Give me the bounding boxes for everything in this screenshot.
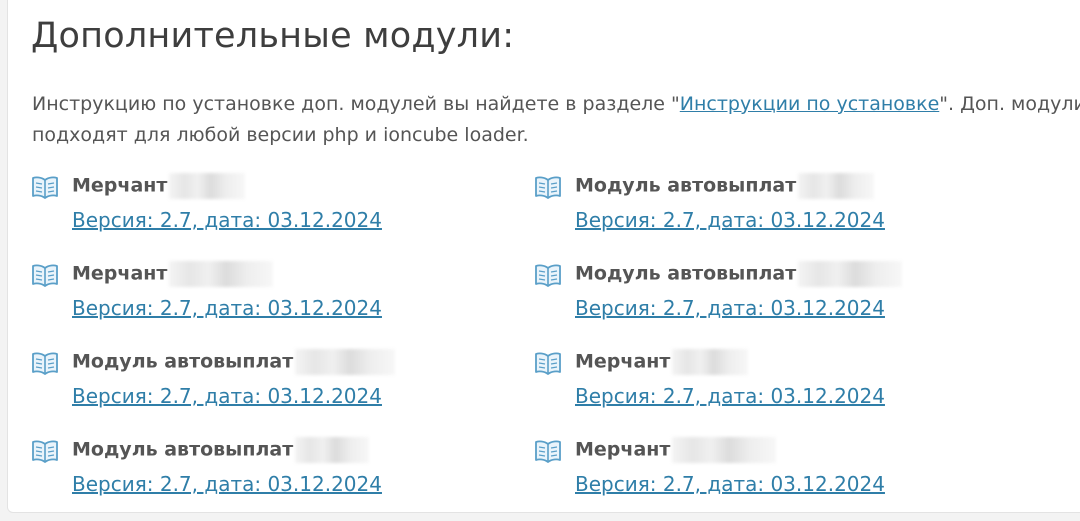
module-name: Модуль автовыплат	[575, 261, 903, 287]
open-book-icon	[31, 351, 59, 375]
module-name-label: Модуль автовыплат	[72, 350, 294, 373]
module-name: Модуль автовыплат	[72, 437, 370, 463]
module-version-link[interactable]: Версия: 2.7, дата: 03.12.2024	[72, 384, 382, 408]
open-book-icon	[534, 175, 562, 199]
module-item: Модуль автовыплат Версия: 2.7, дата: 03.…	[534, 173, 954, 253]
redacted-name-blur	[169, 173, 246, 199]
module-name-label: Мерчант	[575, 438, 671, 461]
module-name: Мерчант	[575, 437, 777, 463]
redacted-name-blur	[295, 349, 396, 375]
module-item: Мерчант Версия: 2.7, дата: 03.12.2024	[31, 173, 451, 253]
open-book-icon	[31, 439, 59, 463]
module-name-label: Модуль автовыплат	[575, 262, 797, 285]
module-item: Модуль автовыплат Версия: 2.7, дата: 03.…	[31, 437, 451, 517]
redacted-name-blur	[798, 173, 875, 199]
redacted-name-blur	[295, 437, 370, 463]
open-book-icon	[31, 175, 59, 199]
module-name: Мерчант	[72, 261, 274, 287]
open-book-icon	[534, 351, 562, 375]
module-item: Модуль автовыплат Версия: 2.7, дата: 03.…	[534, 261, 954, 341]
open-book-icon	[31, 263, 59, 287]
redacted-name-blur	[672, 349, 749, 375]
module-version-link[interactable]: Версия: 2.7, дата: 03.12.2024	[72, 208, 382, 232]
module-item: Мерчант Версия: 2.7, дата: 03.12.2024	[534, 437, 954, 517]
module-name-label: Мерчант	[72, 262, 168, 285]
module-name: Мерчант	[72, 173, 246, 199]
module-version-link[interactable]: Версия: 2.7, дата: 03.12.2024	[575, 208, 885, 232]
module-name: Модуль автовыплат	[575, 173, 875, 199]
module-version-link[interactable]: Версия: 2.7, дата: 03.12.2024	[575, 296, 885, 320]
open-book-icon	[534, 263, 562, 287]
module-name: Модуль автовыплат	[72, 349, 396, 375]
redacted-name-blur	[672, 437, 777, 463]
module-item: Мерчант Версия: 2.7, дата: 03.12.2024	[31, 261, 451, 341]
module-version-link[interactable]: Версия: 2.7, дата: 03.12.2024	[575, 472, 885, 496]
redacted-name-blur	[169, 261, 274, 287]
module-version-link[interactable]: Версия: 2.7, дата: 03.12.2024	[575, 384, 885, 408]
module-item: Мерчант Версия: 2.7, дата: 03.12.2024	[534, 349, 954, 429]
module-item: Модуль автовыплат Версия: 2.7, дата: 03.…	[31, 349, 451, 429]
redacted-name-blur	[798, 261, 903, 287]
open-book-icon	[534, 439, 562, 463]
module-name-label: Модуль автовыплат	[575, 174, 797, 197]
intro-text: Инструкцию по установке доп. модулей вы …	[32, 89, 1080, 151]
module-name: Мерчант	[575, 349, 749, 375]
page-title: Дополнительные модули:	[31, 16, 515, 56]
install-instructions-link[interactable]: Инструкции по установке	[680, 93, 940, 115]
intro-text-before: Инструкцию по установке доп. модулей вы …	[32, 93, 680, 115]
module-name-label: Модуль автовыплат	[72, 438, 294, 461]
module-version-link[interactable]: Версия: 2.7, дата: 03.12.2024	[72, 296, 382, 320]
module-version-link[interactable]: Версия: 2.7, дата: 03.12.2024	[72, 472, 382, 496]
module-name-label: Мерчант	[575, 350, 671, 373]
module-name-label: Мерчант	[72, 174, 168, 197]
